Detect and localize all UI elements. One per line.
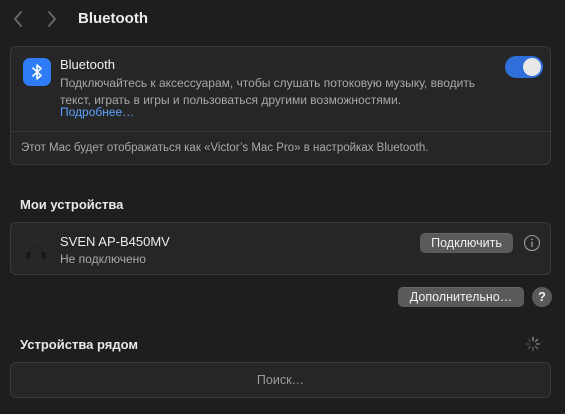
device-status: Не подключено (60, 252, 146, 266)
toolbar: Bluetooth (0, 0, 565, 38)
bluetooth-toggle[interactable] (505, 56, 543, 78)
my-devices-heading: Мои устройства (20, 197, 124, 212)
learn-more-link[interactable]: Подробнее… (60, 105, 134, 119)
back-button[interactable] (10, 9, 26, 29)
forward-button[interactable] (44, 9, 60, 29)
device-name: SVEN AP-B450MV (60, 234, 170, 249)
chevron-left-icon (14, 11, 22, 27)
nearby-devices-list: Поиск… (10, 362, 551, 398)
searching-label: Поиск… (256, 373, 305, 387)
page-title: Bluetooth (78, 10, 148, 27)
bluetooth-title: Bluetooth (60, 57, 115, 72)
nearby-devices-heading: Устройства рядом (20, 337, 138, 352)
bluetooth-description: Подключайтесь к аксессуарам, чтобы слуша… (60, 76, 476, 107)
device-row: SVEN AP-B450MV Не подключено Подключить (10, 222, 551, 275)
chevron-right-icon (48, 11, 56, 27)
headphones-icon (23, 237, 49, 263)
help-button[interactable]: ? (532, 287, 552, 307)
divider (11, 131, 550, 132)
spinner-icon (525, 336, 541, 352)
bluetooth-visibility-note: Этот Mac будет отображаться как «Victor’… (21, 142, 429, 154)
connect-button[interactable]: Подключить (420, 233, 513, 253)
info-icon[interactable] (523, 234, 541, 252)
advanced-button[interactable]: Дополнительно… (398, 287, 524, 307)
toggle-knob (523, 58, 541, 76)
bluetooth-icon (23, 58, 51, 86)
bluetooth-panel: Bluetooth Подключайтесь к аксессуарам, ч… (10, 46, 551, 165)
